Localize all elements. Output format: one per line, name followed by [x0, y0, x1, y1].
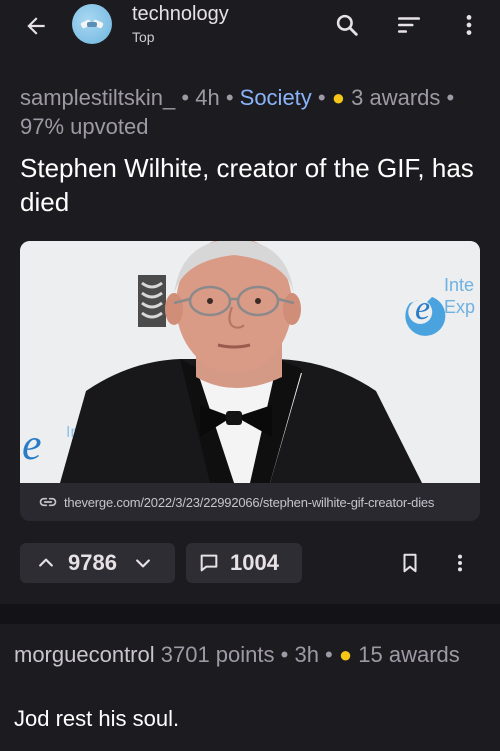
signage-text: Inte	[444, 275, 474, 295]
link-preview-card[interactable]: e Inte Exp e Int	[20, 241, 480, 521]
section-divider	[0, 604, 500, 624]
comment-age: 3h	[294, 642, 319, 667]
upvote-chevron-icon[interactable]	[28, 543, 64, 583]
post-thumbnail-image[interactable]: e Inte Exp e Int	[20, 241, 480, 483]
back-arrow-icon[interactable]	[18, 8, 54, 44]
svg-text:e: e	[22, 420, 42, 469]
separator: •	[175, 85, 196, 110]
post-more-vertical-icon[interactable]	[446, 548, 474, 578]
post-upvote-ratio: 97% upvoted	[20, 114, 149, 139]
post-awards[interactable]: 3 awards	[345, 85, 440, 110]
subreddit-avatar[interactable]	[72, 4, 112, 44]
top-app-bar: technology Top	[0, 0, 500, 52]
separator: •	[219, 85, 240, 110]
comment-awards[interactable]: 15 awards	[352, 642, 460, 667]
comment-meta: morguecontrol 3701 points • 3h • ● 15 aw…	[14, 640, 484, 670]
more-vertical-icon[interactable]	[450, 6, 488, 44]
separator: •	[311, 85, 332, 110]
comment-body: Jod rest his soul.	[14, 706, 180, 731]
vote-count: 9786	[68, 550, 117, 575]
comment-bubble-icon	[198, 551, 222, 575]
separator: •	[440, 85, 455, 110]
post-flair[interactable]: Society	[240, 85, 312, 110]
comments-button[interactable]: 1004	[186, 543, 302, 583]
link-url[interactable]: theverge.com/2022/3/23/22992066/stephen-…	[64, 495, 434, 510]
post-meta: samplestiltskin_ • 4h • Society • ● 3 aw…	[20, 83, 480, 141]
post-title[interactable]: Stephen Wilhite, creator of the GIF, has…	[20, 151, 480, 219]
sort-icon[interactable]	[390, 6, 428, 44]
award-icon: ●	[338, 642, 353, 667]
sort-label: Top	[132, 29, 155, 45]
award-icon: ●	[331, 85, 346, 110]
bookmark-icon[interactable]	[396, 548, 424, 578]
signage-text: Exp	[444, 297, 475, 317]
svg-text:e: e	[415, 290, 430, 327]
separator: •	[318, 642, 339, 667]
downvote-chevron-icon[interactable]	[127, 543, 159, 583]
comment-author[interactable]: morguecontrol	[14, 642, 155, 667]
post-age: 4h	[195, 85, 220, 110]
vote-control: 9786	[20, 543, 175, 583]
subreddit-name[interactable]: technology	[132, 3, 229, 26]
link-icon	[38, 492, 58, 512]
link-url-bar[interactable]: theverge.com/2022/3/23/22992066/stephen-…	[20, 483, 480, 521]
comment-count: 1004	[230, 550, 279, 575]
search-icon[interactable]	[328, 6, 366, 44]
post-author[interactable]: samplestiltskin_	[20, 85, 175, 110]
comment-points: 3701 points	[154, 642, 275, 667]
separator: •	[274, 642, 295, 667]
